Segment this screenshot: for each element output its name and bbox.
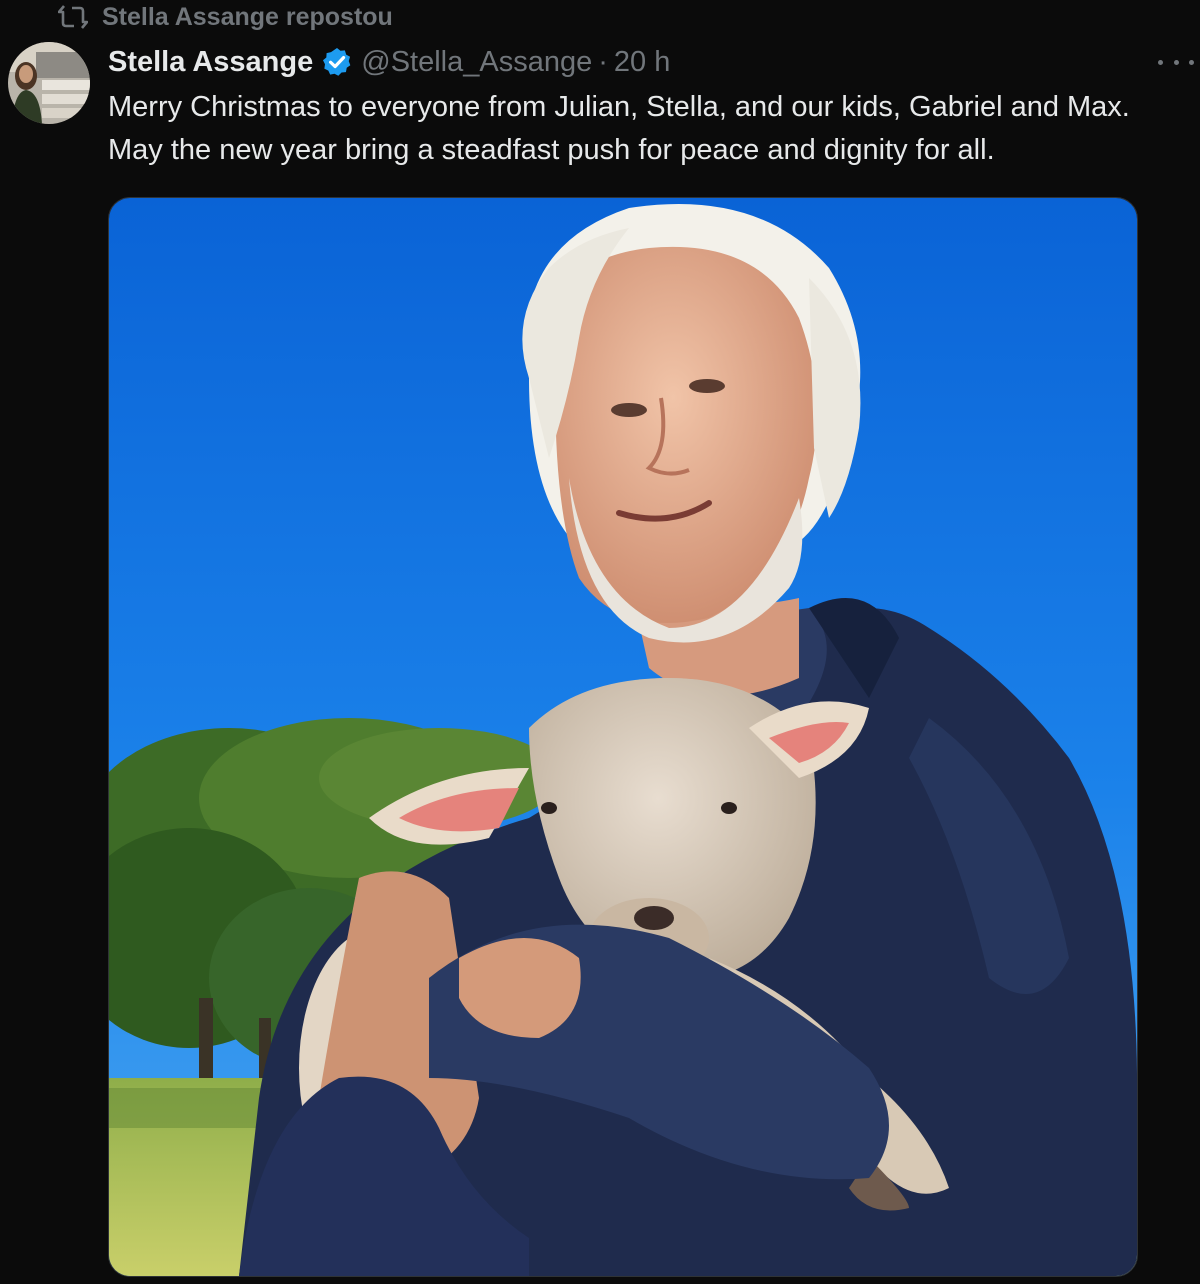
author-handle[interactable]: @Stella_Assange <box>361 46 592 79</box>
post-photo[interactable] <box>108 197 1138 1277</box>
post-text: Merry Christmas to everyone from Julian,… <box>108 91 1130 166</box>
post-header: Stella Assange @Stella_Assange · 20 h <box>108 40 670 84</box>
dot <box>1173 59 1179 65</box>
meta-separator: · <box>598 45 608 78</box>
social-context[interactable]: Stella Assange repostou <box>58 2 393 32</box>
dot <box>1158 59 1163 65</box>
dot <box>1189 59 1194 65</box>
verified-badge-icon[interactable] <box>321 46 353 78</box>
more-options-icon[interactable] <box>1158 52 1194 72</box>
repost-icon <box>58 4 88 30</box>
tweet[interactable]: Stella Assange repostou Stella Assange @… <box>0 0 1200 1284</box>
author-name[interactable]: Stella Assange <box>108 46 313 79</box>
post-timestamp[interactable]: 20 h <box>614 46 670 79</box>
social-context-text[interactable]: Stella Assange repostou <box>102 3 393 32</box>
avatar[interactable] <box>8 42 90 124</box>
